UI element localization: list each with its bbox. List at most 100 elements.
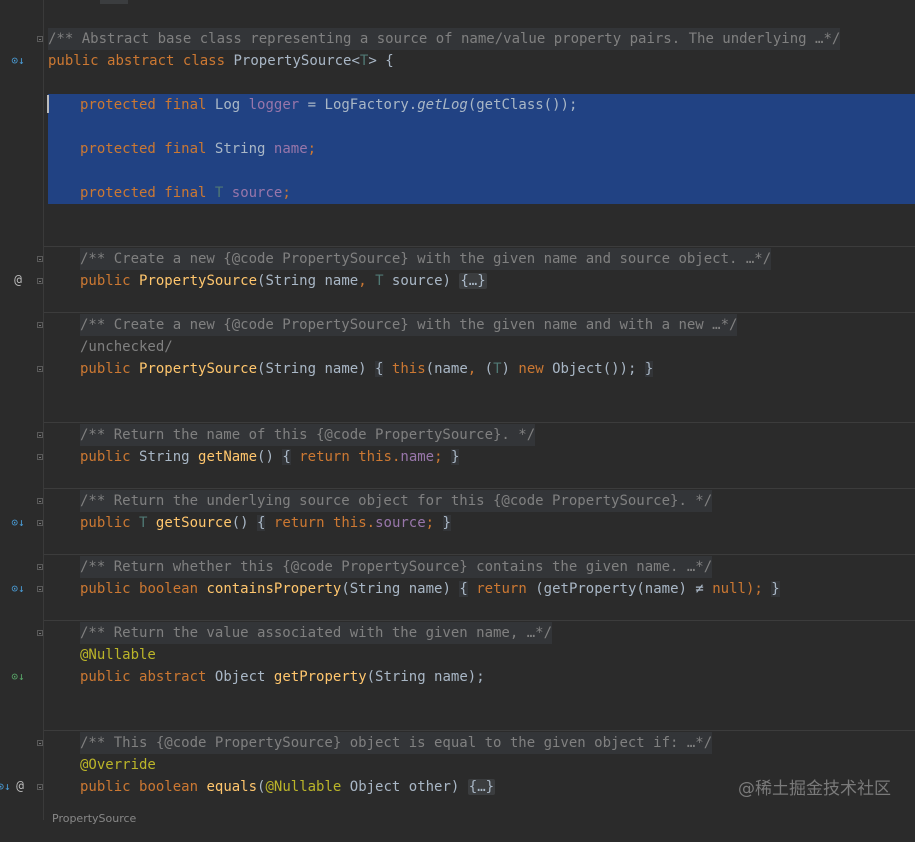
fold-marker-icon[interactable]: [37, 740, 43, 746]
method-name: containsProperty: [206, 581, 342, 597]
fold-marker-icon[interactable]: [37, 520, 43, 526]
semicolon: ;: [425, 515, 435, 531]
implemented-down-icon[interactable]: ⊙↓: [10, 515, 26, 531]
args: (name: [425, 361, 468, 377]
implemented-down-icon[interactable]: ⊙↓: [10, 53, 26, 69]
contains-line[interactable]: public boolean containsProperty(String n…: [44, 578, 915, 600]
ctor1-javadoc[interactable]: /** Create a new {@code PropertySource} …: [80, 248, 772, 270]
name-field-line[interactable]: protected final String name;: [44, 138, 915, 160]
class-javadoc-line[interactable]: /** Abstract base class representing a s…: [44, 28, 915, 50]
getsource-javadoc[interactable]: /** Return the underlying source object …: [80, 490, 713, 512]
folded-body-button[interactable]: {…}: [467, 779, 496, 795]
fold-marker-icon[interactable]: [37, 366, 43, 372]
fold-marker-icon[interactable]: [37, 454, 43, 460]
comma: ,: [467, 361, 477, 377]
getname-javadoc-line[interactable]: /** Return the name of this {@code Prope…: [44, 424, 915, 446]
semicolon: ;: [282, 185, 291, 201]
code-lines[interactable]: /** Abstract base class representing a s…: [44, 0, 915, 820]
ctor2-line[interactable]: public PropertySource(String name) { thi…: [44, 358, 915, 380]
breadcrumb[interactable]: PropertySource: [52, 812, 136, 825]
implemented-down-icon[interactable]: ⊙↓: [10, 581, 26, 597]
fold-marker-icon[interactable]: [37, 256, 43, 262]
keyword: boolean: [139, 581, 199, 597]
fold-marker-icon[interactable]: [37, 432, 43, 438]
code-editor[interactable]: ⊙↓ @ ⊙↓ ⊙↓ ⊙↓ ⊙↓ @ /** Abstract base cla…: [0, 0, 915, 825]
keyword: abstract: [139, 669, 207, 685]
fold-marker-icon[interactable]: [37, 564, 43, 570]
method-separator: [44, 620, 915, 621]
args: Object());: [543, 361, 637, 377]
semicolon: ;: [434, 449, 443, 465]
method-separator: [44, 730, 915, 731]
call-args: (getClass());: [467, 97, 578, 113]
overrides-icon[interactable]: ⊙↓: [10, 669, 26, 685]
ctor2: public PropertySource(String name) { thi…: [80, 358, 654, 380]
getsource-javadoc-line[interactable]: /** Return the underlying source object …: [44, 490, 915, 512]
equals-javadoc[interactable]: /** This {@code PropertySource} object i…: [80, 732, 713, 754]
at-sign-icon[interactable]: @: [10, 273, 26, 289]
name-field: protected final String name;: [80, 138, 316, 160]
close-brace: }: [771, 581, 780, 597]
method-separator: [44, 246, 915, 247]
class-open-brace: > {: [368, 53, 394, 69]
implemented-down-icon[interactable]: ⊙↓: [0, 779, 12, 795]
getprop-line[interactable]: public abstract Object getProperty(Strin…: [44, 666, 915, 688]
keyword: protected: [80, 185, 156, 201]
semicolon: ;: [307, 141, 317, 157]
keyword: boolean: [139, 779, 199, 795]
open-brace: {: [375, 361, 384, 377]
folded-body-button[interactable]: {…}: [459, 273, 487, 289]
getname: public String getName() { return this.na…: [80, 446, 460, 468]
fold-marker-icon[interactable]: [37, 322, 43, 328]
getsource-line[interactable]: public T getSource() { return this.sourc…: [44, 512, 915, 534]
get-property: public abstract Object getProperty(Strin…: [80, 666, 485, 688]
params: source): [383, 273, 451, 289]
open-brace: {: [459, 581, 468, 597]
fold-marker-icon[interactable]: [37, 498, 43, 504]
getprop-annotation-line[interactable]: @Nullable: [44, 644, 915, 666]
method-separator: [44, 422, 915, 423]
params: Object other): [341, 779, 460, 795]
getprop-javadoc[interactable]: /** Return the value associated with the…: [80, 622, 553, 644]
source-field-line[interactable]: protected final T source;: [44, 182, 915, 204]
equals-javadoc-line[interactable]: /** This {@code PropertySource} object i…: [44, 732, 915, 754]
params: (): [257, 449, 274, 465]
nullable-annotation: @Nullable: [265, 779, 342, 795]
keyword: class: [182, 53, 226, 69]
fold-marker-icon[interactable]: [37, 630, 43, 636]
keyword: return: [273, 515, 325, 531]
fold-marker-icon[interactable]: [37, 36, 43, 42]
getprop-javadoc-line[interactable]: /** Return the value associated with the…: [44, 622, 915, 644]
field-name: name: [400, 449, 435, 465]
logger-field-line[interactable]: protected final Log logger = LogFactory.…: [44, 94, 915, 116]
keyword: public: [80, 515, 131, 531]
fold-marker-icon[interactable]: [37, 784, 43, 790]
fold-marker-icon[interactable]: [37, 586, 43, 592]
class-declaration-line[interactable]: public abstract class PropertySource<T> …: [44, 50, 915, 72]
contains-javadoc[interactable]: /** Return whether this {@code PropertyS…: [80, 556, 713, 578]
ctor1-line[interactable]: public PropertySource(String name, T sou…: [44, 270, 915, 292]
fold-marker-icon[interactable]: [37, 278, 43, 284]
keyword: public: [80, 581, 131, 597]
ctor1-javadoc-line[interactable]: /** Create a new {@code PropertySource} …: [44, 248, 915, 270]
open-brace: {: [282, 449, 291, 465]
equals-method: public boolean equals(@Nullable Object o…: [80, 776, 496, 798]
suppress-warnings-fold[interactable]: /unchecked/: [80, 336, 173, 358]
method-name: PropertySource: [139, 273, 258, 289]
text-caret: [47, 95, 49, 113]
equals-annotation-line[interactable]: @Override: [44, 754, 915, 776]
watermark: @稀土掘金技术社区: [738, 779, 891, 799]
getname-javadoc[interactable]: /** Return the name of this {@code Prope…: [80, 424, 536, 446]
field-name: logger: [248, 97, 300, 113]
contains-javadoc-line[interactable]: /** Return whether this {@code PropertyS…: [44, 556, 915, 578]
getname-line[interactable]: public String getName() { return this.na…: [44, 446, 915, 468]
class-javadoc[interactable]: /** Abstract base class representing a s…: [48, 28, 841, 50]
at-sign-icon[interactable]: @: [12, 779, 28, 795]
expression-end: );: [745, 581, 763, 597]
ctor2-javadoc-line[interactable]: /** Create a new {@code PropertySource} …: [44, 314, 915, 336]
ctor2-suppress-line[interactable]: /unchecked/: [44, 336, 915, 358]
comma: ,: [358, 273, 367, 289]
keyword: public: [80, 361, 131, 377]
ctor2-javadoc[interactable]: /** Create a new {@code PropertySource} …: [80, 314, 738, 336]
keyword: final: [164, 185, 207, 201]
